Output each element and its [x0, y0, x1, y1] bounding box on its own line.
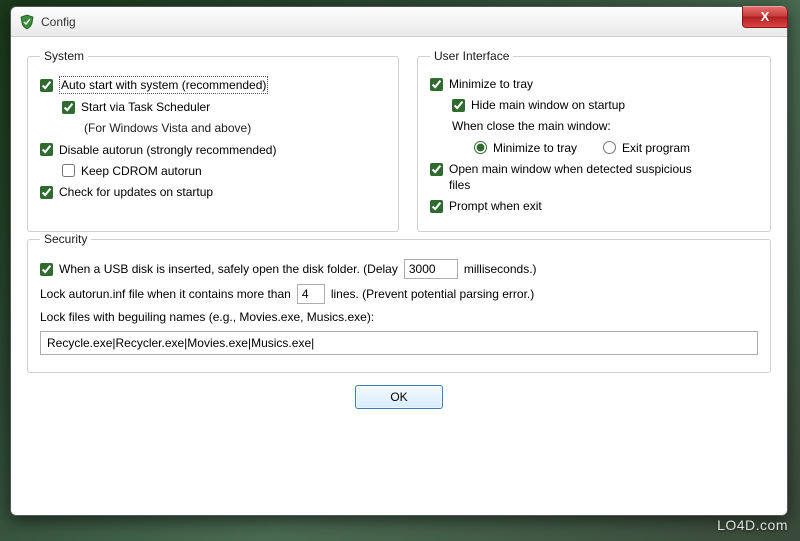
close-icon: X [761, 9, 770, 24]
top-columns: System Auto start with system (recommend… [27, 49, 771, 232]
row-lock-files-input [40, 331, 758, 355]
disable-autorun-label[interactable]: Disable autorun (strongly recommended) [59, 142, 276, 158]
ui-group: User Interface Minimize to tray Hide mai… [417, 49, 771, 232]
open-on-detect-checkbox[interactable] [430, 163, 443, 176]
watermark: LO4D.com [717, 517, 788, 533]
minimize-tray-checkbox[interactable] [430, 78, 443, 91]
titlebar[interactable]: Config X [11, 7, 787, 37]
lines-input[interactable] [297, 284, 325, 304]
app-icon [19, 14, 35, 30]
config-dialog: Config X System Auto start with system (… [10, 6, 788, 516]
security-group: Security When a USB disk is inserted, sa… [27, 232, 771, 372]
row-task-scheduler: Start via Task Scheduler [40, 99, 386, 115]
radio-exit-label[interactable]: Exit program [622, 140, 690, 156]
open-on-detect-label[interactable]: Open main window when detected suspiciou… [449, 161, 709, 193]
system-legend: System [40, 49, 88, 63]
hide-main-label[interactable]: Hide main window on startup [471, 97, 625, 113]
row-minimize-tray: Minimize to tray [430, 76, 758, 92]
row-keep-cdrom: Keep CDROM autorun [40, 163, 386, 179]
ui-legend: User Interface [430, 49, 513, 63]
usb-open-prefix[interactable]: When a USB disk is inserted, safely open… [59, 261, 398, 277]
task-scheduler-checkbox[interactable] [62, 101, 75, 114]
disable-autorun-checkbox[interactable] [40, 143, 53, 156]
check-updates-checkbox[interactable] [40, 186, 53, 199]
keep-cdrom-label[interactable]: Keep CDROM autorun [81, 163, 202, 179]
row-disable-autorun: Disable autorun (strongly recommended) [40, 142, 386, 158]
client-area: System Auto start with system (recommend… [11, 37, 787, 515]
lock-autorun-suffix: lines. (Prevent potential parsing error.… [331, 286, 534, 302]
when-close-label: When close the main window: [452, 118, 611, 134]
task-scheduler-label[interactable]: Start via Task Scheduler [81, 99, 210, 115]
row-open-on-detect: Open main window when detected suspiciou… [430, 161, 758, 193]
radio-minimize-tray[interactable] [474, 141, 487, 154]
row-prompt-exit: Prompt when exit [430, 198, 758, 214]
radio-exit-program[interactable] [603, 141, 616, 154]
auto-start-label[interactable]: Auto start with system (recommended) [59, 76, 268, 94]
row-when-close-label: When close the main window: [430, 118, 758, 134]
system-group: System Auto start with system (recommend… [27, 49, 399, 232]
row-check-updates: Check for updates on startup [40, 184, 386, 200]
usb-open-suffix: milliseconds.) [464, 261, 537, 277]
delay-input[interactable] [404, 259, 458, 279]
check-updates-label[interactable]: Check for updates on startup [59, 184, 213, 200]
scheduler-note: (For Windows Vista and above) [84, 120, 251, 136]
row-close-options: Minimize to tray Exit program [430, 140, 758, 156]
radio-minimize-label[interactable]: Minimize to tray [493, 140, 577, 156]
row-lock-autorun: Lock autorun.inf file when it contains m… [40, 284, 758, 304]
close-button[interactable]: X [742, 6, 788, 28]
auto-start-checkbox[interactable] [40, 79, 53, 92]
window-title: Config [41, 15, 76, 29]
row-hide-main: Hide main window on startup [430, 97, 758, 113]
hide-main-checkbox[interactable] [452, 99, 465, 112]
prompt-exit-label[interactable]: Prompt when exit [449, 198, 542, 214]
lock-autorun-prefix: Lock autorun.inf file when it contains m… [40, 286, 291, 302]
security-legend: Security [40, 232, 91, 246]
row-auto-start: Auto start with system (recommended) [40, 76, 386, 94]
minimize-tray-label[interactable]: Minimize to tray [449, 76, 533, 92]
lock-files-label: Lock files with beguiling names (e.g., M… [40, 309, 374, 325]
lock-files-input[interactable] [40, 331, 758, 355]
ok-button[interactable]: OK [355, 385, 443, 409]
row-lock-files-label: Lock files with beguiling names (e.g., M… [40, 309, 758, 325]
row-scheduler-note: (For Windows Vista and above) [40, 120, 386, 136]
keep-cdrom-checkbox[interactable] [62, 164, 75, 177]
prompt-exit-checkbox[interactable] [430, 200, 443, 213]
row-usb-open: When a USB disk is inserted, safely open… [40, 259, 758, 279]
usb-open-checkbox[interactable] [40, 263, 53, 276]
button-row: OK [27, 373, 771, 409]
